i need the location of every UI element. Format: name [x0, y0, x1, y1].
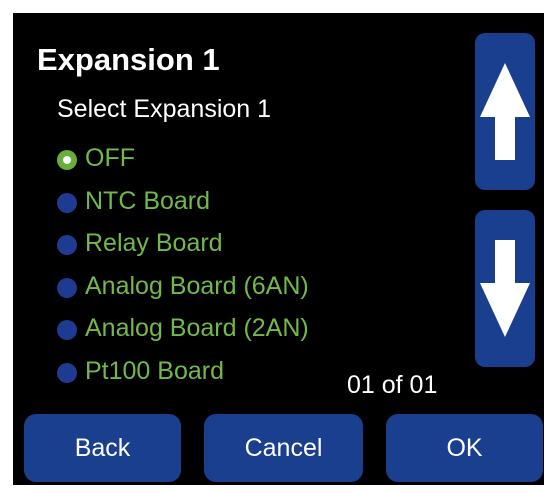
ok-button[interactable]: OK [386, 414, 543, 482]
option-label: OFF [85, 144, 135, 173]
page-subtitle: Select Expansion 1 [57, 95, 272, 123]
scroll-up-button[interactable] [475, 33, 535, 190]
option-pt100-board[interactable]: Pt100 Board [57, 350, 309, 393]
option-label: Analog Board (2AN) [85, 314, 309, 343]
radio-unselected-icon [57, 277, 77, 298]
radio-unselected-icon [57, 362, 77, 383]
option-relay-board[interactable]: Relay Board [57, 222, 309, 265]
arrow-up-icon [480, 63, 530, 160]
option-label: NTC Board [85, 186, 211, 215]
expansion-screen: Expansion 1 Select Expansion 1 OFF NTC B… [13, 13, 544, 485]
scroll-down-button[interactable] [475, 210, 535, 367]
option-analog-board-2an[interactable]: Analog Board (2AN) [57, 307, 309, 350]
radio-unselected-icon [57, 320, 77, 341]
radio-unselected-icon [57, 192, 77, 213]
option-list: OFF NTC Board Relay Board Analog Board (… [57, 137, 309, 392]
radio-selected-icon [57, 150, 77, 171]
option-label: Pt100 Board [85, 356, 224, 385]
arrow-down-icon [480, 240, 530, 337]
page-indicator: 01 of 01 [347, 371, 438, 399]
option-label: Analog Board (6AN) [85, 271, 309, 300]
cancel-button[interactable]: Cancel [204, 414, 363, 482]
option-ntc-board[interactable]: NTC Board [57, 180, 309, 223]
page-title: Expansion 1 [37, 42, 220, 77]
radio-unselected-icon [57, 235, 77, 256]
option-label: Relay Board [85, 229, 223, 258]
option-off[interactable]: OFF [57, 137, 309, 180]
option-analog-board-6an[interactable]: Analog Board (6AN) [57, 265, 309, 308]
back-button[interactable]: Back [24, 414, 181, 482]
